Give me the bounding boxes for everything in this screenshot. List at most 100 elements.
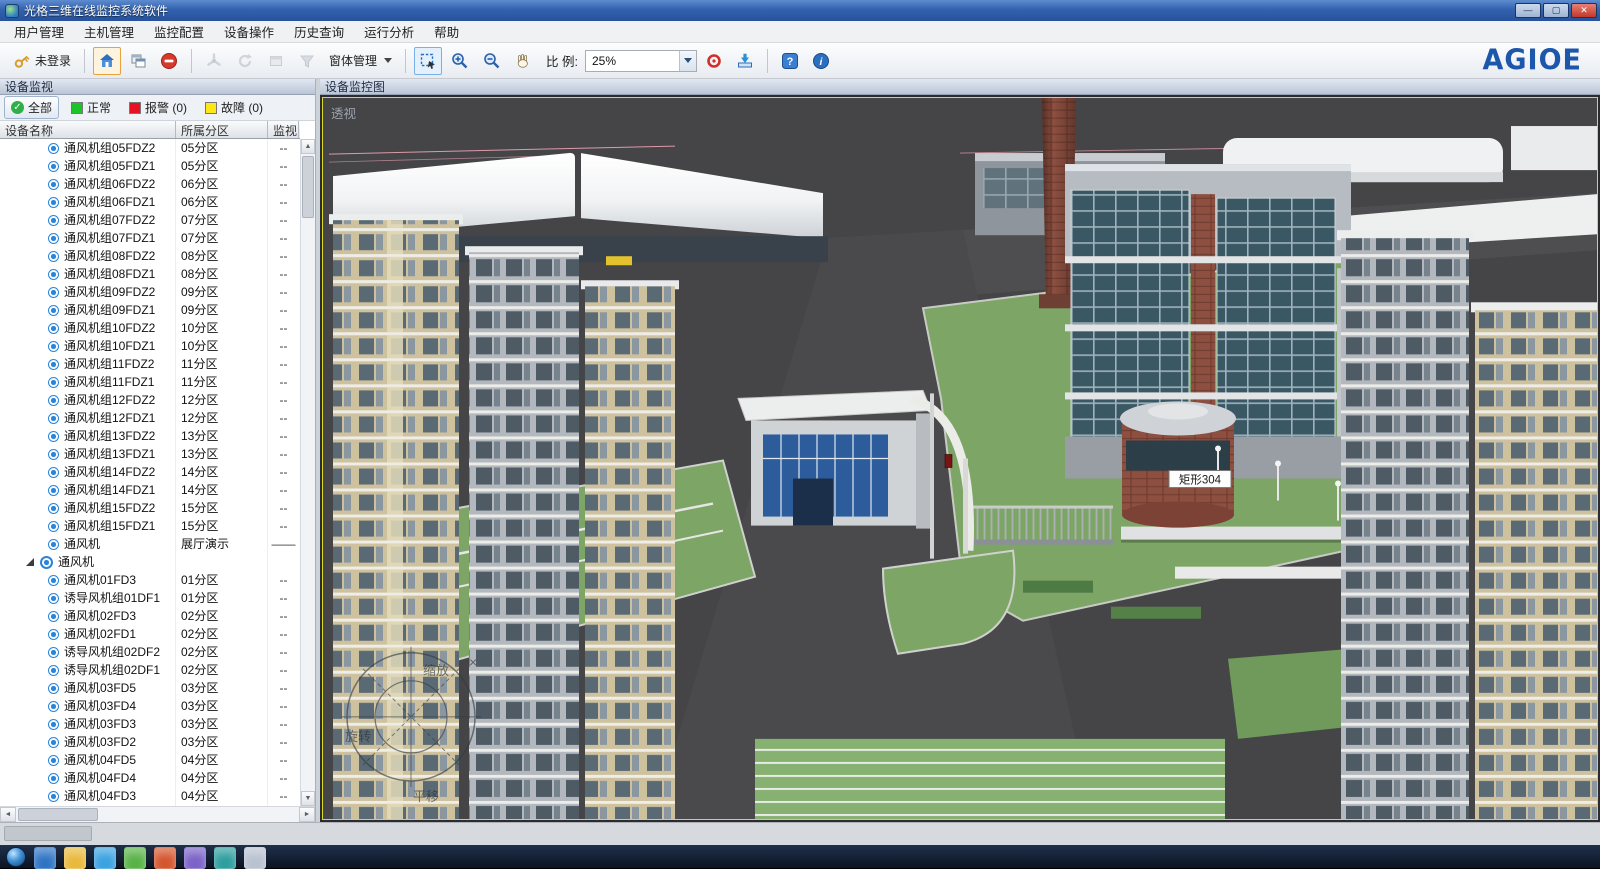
vertical-scroll-thumb[interactable]: [302, 156, 314, 218]
device-row[interactable]: 通风机组07FDZ207分区--: [0, 211, 300, 229]
menu-item-5[interactable]: 运行分析: [354, 20, 424, 43]
funnel-button[interactable]: [293, 47, 321, 75]
device-row[interactable]: 通风机组09FDZ209分区--: [0, 283, 300, 301]
column-header-0[interactable]: 设备名称: [0, 121, 176, 138]
refresh-button[interactable]: [231, 47, 259, 75]
device-row[interactable]: 通风机03FD503分区--: [0, 679, 300, 697]
device-row[interactable]: 通风机04FD404分区--: [0, 769, 300, 787]
tree-group-row[interactable]: 通风机: [0, 553, 300, 571]
info-button[interactable]: i: [807, 47, 835, 75]
help-button[interactable]: ?: [776, 47, 804, 75]
filter-button-1[interactable]: 正常: [65, 97, 117, 118]
menu-item-4[interactable]: 历史查询: [284, 20, 354, 43]
device-row[interactable]: 诱导风机组02DF102分区--: [0, 661, 300, 679]
stop-button[interactable]: [155, 47, 183, 75]
close-button[interactable]: ✕: [1571, 3, 1597, 18]
device-row[interactable]: 通风机组14FDZ114分区--: [0, 481, 300, 499]
locate-button[interactable]: [700, 47, 728, 75]
device-row[interactable]: 通风机组07FDZ107分区--: [0, 229, 300, 247]
horizontal-scroll-thumb[interactable]: [18, 808, 98, 821]
device-row[interactable]: 通风机组11FDZ211分区--: [0, 355, 300, 373]
device-row[interactable]: 通风机03FD403分区--: [0, 697, 300, 715]
taskbar-app-0[interactable]: [34, 847, 56, 869]
device-row[interactable]: 通风机03FD303分区--: [0, 715, 300, 733]
compass-pan-label[interactable]: 平移: [413, 789, 439, 804]
device-row[interactable]: 通风机组15FDZ115分区--: [0, 517, 300, 535]
device-row[interactable]: 通风机组06FDZ206分区--: [0, 175, 300, 193]
device-row[interactable]: 通风机组12FDZ212分区--: [0, 391, 300, 409]
device-row[interactable]: 通风机01FD301分区--: [0, 571, 300, 589]
scroll-down-button[interactable]: ▼: [301, 791, 315, 806]
device-row[interactable]: 通风机组08FDZ208分区--: [0, 247, 300, 265]
taskbar-app-7[interactable]: [244, 847, 266, 869]
device-row[interactable]: 通风机组11FDZ111分区--: [0, 373, 300, 391]
device-row[interactable]: 通风机02FD102分区--: [0, 625, 300, 643]
scene-viewport[interactable]: 矩形304 缩放 旋转 平移 ×: [322, 97, 1598, 820]
taskbar-app-5[interactable]: [184, 847, 206, 869]
filter-button-2[interactable]: 报警 (0): [123, 97, 193, 118]
compass-rotate-label[interactable]: 旋转: [345, 729, 371, 744]
device-row[interactable]: 通风机组13FDZ113分区--: [0, 445, 300, 463]
device-row[interactable]: 通风机组12FDZ112分区--: [0, 409, 300, 427]
fan-button[interactable]: [200, 47, 228, 75]
start-button[interactable]: [6, 847, 26, 867]
taskbar-app-4[interactable]: [154, 847, 176, 869]
select-region-button[interactable]: [414, 47, 442, 75]
column-header-1[interactable]: 所属分区: [176, 121, 268, 138]
menu-item-0[interactable]: 用户管理: [4, 20, 74, 43]
pan-button[interactable]: [509, 47, 537, 75]
collapse-icon[interactable]: [26, 558, 34, 566]
scroll-up-button[interactable]: ▲: [301, 139, 315, 154]
capture-button[interactable]: [731, 47, 759, 75]
device-row[interactable]: 通风机组13FDZ213分区--: [0, 427, 300, 445]
minimize-button[interactable]: —: [1515, 3, 1541, 18]
home-button[interactable]: [93, 47, 121, 75]
device-row[interactable]: 通风机组06FDZ106分区--: [0, 193, 300, 211]
device-row[interactable]: 通风机03FD203分区--: [0, 733, 300, 751]
horizontal-scrollbar[interactable]: ◄ ►: [0, 806, 315, 822]
taskbar-app-2[interactable]: [94, 847, 116, 869]
taskbar-app-3[interactable]: [124, 847, 146, 869]
zoom-out-button[interactable]: [477, 47, 506, 75]
compass-close-icon[interactable]: ×: [469, 654, 477, 670]
device-row[interactable]: 通风机组10FDZ210分区--: [0, 319, 300, 337]
device-row[interactable]: 诱导风机组01DF101分区--: [0, 589, 300, 607]
taskbar-app-6[interactable]: [214, 847, 236, 869]
bottom-scroll-thumb[interactable]: [4, 826, 92, 841]
device-row[interactable]: 通风机组05FDZ205分区--: [0, 139, 300, 157]
maximize-button[interactable]: ▢: [1543, 3, 1569, 18]
taskbar-app-1[interactable]: [64, 847, 86, 869]
device-row[interactable]: 通风机02FD302分区--: [0, 607, 300, 625]
device-row[interactable]: 通风机组15FDZ215分区--: [0, 499, 300, 517]
scale-select[interactable]: 25%: [585, 50, 697, 72]
device-box-button[interactable]: [262, 47, 290, 75]
cascade-windows-button[interactable]: [124, 47, 152, 75]
device-row[interactable]: 诱导风机组02DF202分区--: [0, 643, 300, 661]
menu-item-2[interactable]: 监控配置: [144, 20, 214, 43]
login-label: 未登录: [35, 52, 71, 69]
vertical-scrollbar[interactable]: ▲ ▼: [300, 139, 315, 806]
filter-button-0[interactable]: ✓全部: [4, 96, 59, 119]
device-row[interactable]: 通风机组08FDZ108分区--: [0, 265, 300, 283]
bottom-scroll-strip[interactable]: [0, 822, 1600, 845]
window-manage-dropdown[interactable]: 窗体管理: [324, 47, 397, 75]
device-row[interactable]: 通风机组05FDZ105分区--: [0, 157, 300, 175]
menu-item-3[interactable]: 设备操作: [214, 20, 284, 43]
scroll-left-button[interactable]: ◄: [0, 807, 16, 822]
device-row[interactable]: 通风机组09FDZ109分区--: [0, 301, 300, 319]
device-row[interactable]: 通风机组10FDZ110分区--: [0, 337, 300, 355]
column-header-2[interactable]: 监视: [268, 121, 299, 138]
scale-dropdown-button[interactable]: [679, 51, 696, 71]
login-button[interactable]: 未登录: [8, 47, 76, 75]
compass-zoom-label[interactable]: 缩放: [423, 663, 449, 678]
scroll-right-button[interactable]: ►: [299, 807, 315, 822]
menu-item-1[interactable]: 主机管理: [74, 20, 144, 43]
menu-item-6[interactable]: 帮助: [424, 20, 469, 43]
device-row[interactable]: 通风机04FD304分区--: [0, 787, 300, 805]
filter-button-3[interactable]: 故障 (0): [199, 97, 269, 118]
zoom-in-button[interactable]: [445, 47, 474, 75]
monitor-3d-scene[interactable]: 矩形304 缩放 旋转 平移 ×: [323, 98, 1597, 819]
device-row[interactable]: 通风机04FD504分区--: [0, 751, 300, 769]
device-row[interactable]: 通风机展厅演示——: [0, 535, 300, 553]
device-row[interactable]: 通风机组14FDZ214分区--: [0, 463, 300, 481]
